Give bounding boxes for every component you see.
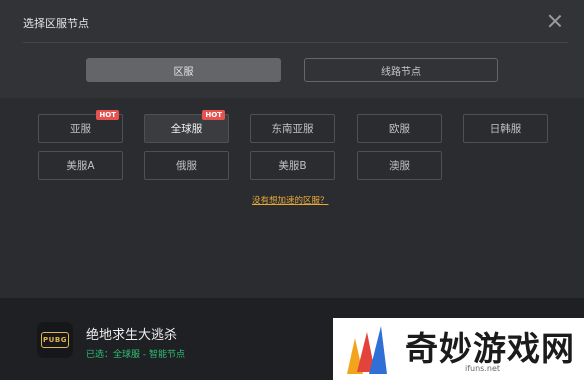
tab-region[interactable]: 区服 [86, 58, 281, 82]
region-label: 俄服 [176, 160, 197, 172]
dialog-title: 选择区服节点 [23, 17, 89, 30]
hot-badge: HOT [202, 110, 225, 120]
watermark-banner: 奇妙游戏网 ifuns.net [333, 318, 584, 380]
region-label: 东南亚服 [271, 123, 314, 135]
region-us-b-button[interactable]: 美服B [250, 151, 335, 180]
game-name: 绝地求生大逃杀 [86, 328, 178, 343]
region-australia-button[interactable]: 澳服 [357, 151, 442, 180]
missing-region-link[interactable]: 没有想加速的区服？ [252, 194, 329, 206]
region-label: 美服B [278, 160, 307, 172]
region-global-button[interactable]: 全球服 HOT [144, 110, 229, 143]
region-label: 全球服 [170, 123, 203, 135]
pubg-logo-text: PUBG [41, 332, 69, 348]
region-label: 澳服 [389, 160, 410, 172]
region-label: 日韩服 [489, 123, 522, 135]
tab-route-node[interactable]: 线路节点 [304, 58, 498, 82]
hot-badge: HOT [96, 110, 119, 120]
pubg-game-icon: PUBG [37, 322, 73, 358]
region-label: 欧服 [389, 123, 410, 135]
watermark-url: ifuns.net [465, 364, 501, 373]
header-divider [23, 42, 568, 43]
selected-node-status: 已选：全球服 - 智能节点 [86, 350, 185, 360]
region-us-a-button[interactable]: 美服A [38, 151, 123, 180]
region-asia-button[interactable]: 亚服 HOT [38, 110, 123, 143]
region-southeast-asia-button[interactable]: 东南亚服 [250, 114, 335, 143]
watermark-logo-icon [347, 326, 387, 374]
region-label: 美服A [66, 160, 95, 172]
close-icon[interactable] [546, 12, 564, 30]
region-russia-button[interactable]: 俄服 [144, 151, 229, 180]
region-label: 亚服 [70, 123, 91, 135]
region-europe-button[interactable]: 欧服 [357, 114, 442, 143]
region-japan-korea-button[interactable]: 日韩服 [463, 114, 548, 143]
watermark-text: 奇妙游戏网 [405, 329, 575, 368]
